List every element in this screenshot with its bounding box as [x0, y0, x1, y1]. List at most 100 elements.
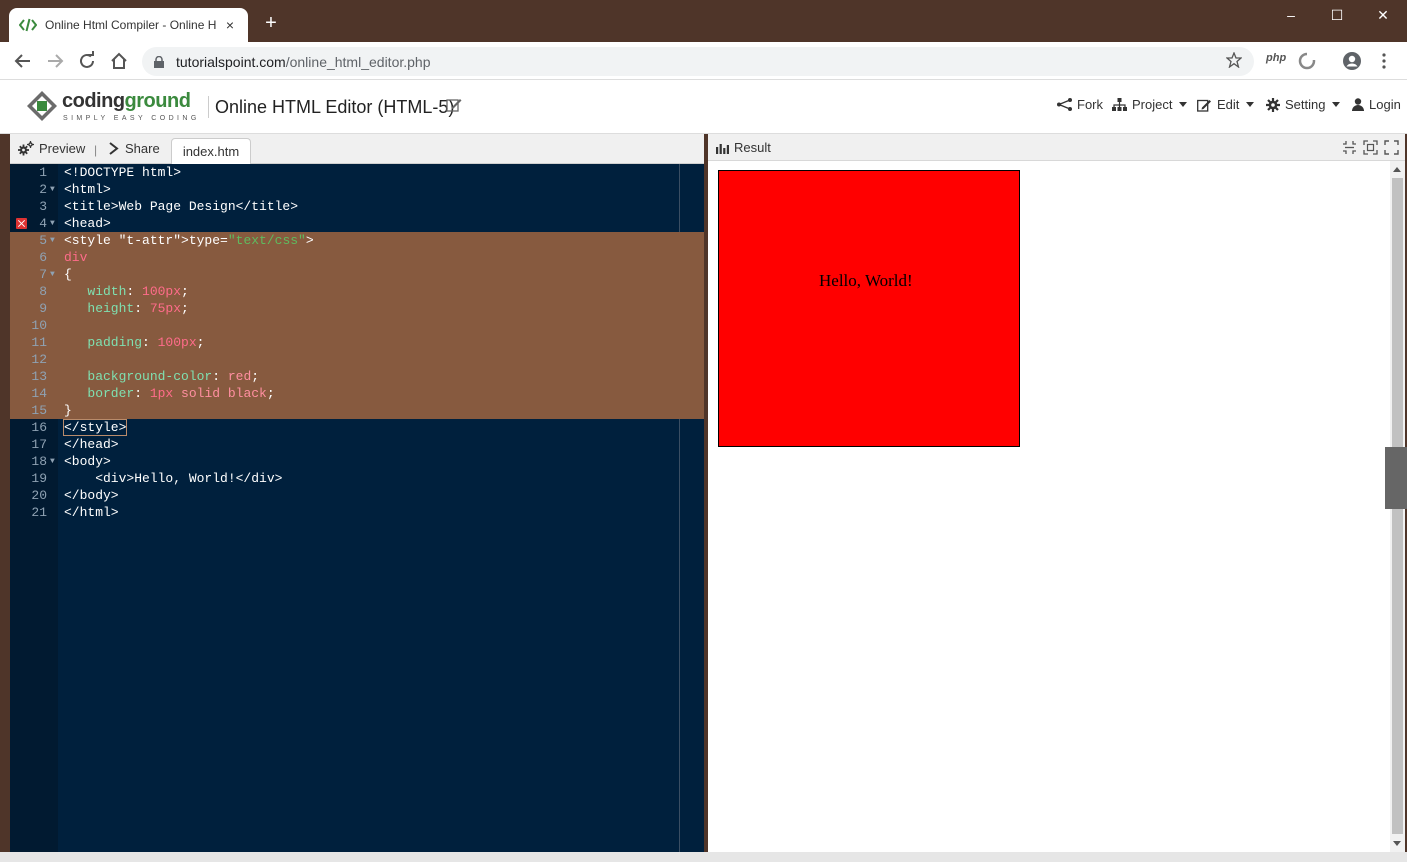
edit-label: Edit — [1217, 97, 1240, 112]
line-number: 18 — [31, 454, 47, 469]
line-number: 9 — [39, 301, 47, 316]
minimize-button[interactable]: – — [1268, 0, 1314, 30]
code-line[interactable]: 2 ▼ <html> — [10, 181, 704, 198]
user-icon — [1352, 98, 1364, 111]
editor-toolbar: Preview | Share index.htm — [10, 134, 704, 165]
code-line[interactable]: 16 </style> — [10, 419, 704, 436]
browser-tab[interactable]: Online Html Compiler - Online H × — [9, 8, 248, 42]
line-number: 13 — [31, 369, 47, 384]
project-label: Project — [1132, 97, 1173, 112]
line-number: 19 — [31, 471, 47, 486]
reload-icon[interactable] — [76, 50, 98, 72]
code-line[interactable]: 20 </body> — [10, 487, 704, 504]
more-menu-icon[interactable] — [1378, 52, 1390, 70]
fold-arrow-icon[interactable]: ▼ — [50, 266, 55, 283]
edit-menu[interactable]: Edit — [1197, 97, 1255, 112]
code-line[interactable]: 15} — [10, 402, 704, 419]
header-divider — [208, 96, 209, 118]
code-text: </style> — [62, 419, 128, 436]
code-line[interactable]: 12 — [10, 351, 704, 368]
maximize-button[interactable]: ☐ — [1314, 0, 1360, 30]
setting-menu[interactable]: Setting — [1266, 97, 1341, 112]
fold-arrow-icon[interactable]: ▼ — [50, 215, 55, 232]
profile-avatar-icon[interactable] — [1342, 51, 1362, 71]
code-text: <title>Web Page Design</title> — [64, 199, 299, 214]
window-bottom-edge — [0, 852, 1407, 862]
extension-refresh-icon[interactable] — [1298, 52, 1316, 70]
code-line[interactable]: 17 </head> — [10, 436, 704, 453]
share-button[interactable]: Share — [108, 141, 160, 156]
logo-wordmark: codingground — [62, 90, 191, 113]
code-line[interactable]: 7 ▼ { — [10, 266, 704, 283]
code-line[interactable]: 6 div — [10, 249, 704, 266]
scroll-down-arrow[interactable] — [1393, 841, 1401, 846]
fork-icon — [1057, 98, 1072, 111]
line-number: 16 — [31, 420, 47, 435]
url-host: tutorialspoint.com — [176, 53, 286, 70]
gears-icon — [18, 141, 34, 156]
new-tab-button[interactable]: + — [260, 12, 282, 34]
address-bar: tutorialspoint.com/online_html_editor.ph… — [0, 42, 1407, 80]
forward-icon[interactable] — [44, 50, 66, 72]
edit-icon — [1197, 99, 1211, 112]
url-bar[interactable]: tutorialspoint.com/online_html_editor.ph… — [142, 47, 1254, 76]
code-text: div — [64, 250, 88, 265]
fold-arrow-icon[interactable]: ▼ — [50, 453, 55, 470]
close-window-button[interactable]: ✕ — [1360, 0, 1406, 30]
fork-menu[interactable]: Fork — [1057, 97, 1103, 112]
back-icon[interactable] — [12, 50, 34, 72]
line-number: 1 — [39, 165, 47, 180]
tab-close-icon[interactable]: × — [222, 17, 238, 33]
bar-chart-icon — [716, 143, 729, 154]
code-line[interactable]: 3 <title>Web Page Design</title> — [10, 198, 704, 215]
side-drag-handle[interactable] — [1385, 447, 1407, 509]
code-line[interactable]: 21 </html> — [10, 504, 704, 521]
code-line[interactable]: 14 border: 1px solid black; — [10, 385, 704, 402]
browser-titlebar: Online Html Compiler - Online H × + – ☐ … — [0, 0, 1407, 42]
code-line[interactable]: 1 <!DOCTYPE html> — [10, 164, 704, 181]
code-text: } — [64, 403, 72, 418]
line-number: 6 — [39, 250, 47, 265]
code-line[interactable]: 19 <div>Hello, World!</div> — [10, 470, 704, 487]
logo-tagline: SIMPLY EASY CODING — [63, 115, 200, 122]
collapse-icon[interactable] — [1342, 140, 1357, 155]
fold-arrow-icon[interactable]: ▼ — [50, 181, 55, 198]
code-line[interactable]: 10 — [10, 317, 704, 334]
preview-button[interactable]: Preview — [18, 141, 85, 156]
code-line[interactable]: 5 ▼ <style "t-attr">type="text/css"> — [10, 232, 704, 249]
file-tab-index[interactable]: index.htm — [171, 138, 251, 165]
fit-screen-icon[interactable] — [1363, 140, 1378, 155]
codingground-logo[interactable]: codingground SIMPLY EASY CODING — [26, 88, 196, 128]
code-line[interactable]: 11 padding: 100px; — [10, 334, 704, 351]
line-number: 15 — [31, 403, 47, 418]
code-line[interactable]: 9 height: 75px; — [10, 300, 704, 317]
editor-panel: Preview | Share index.htm 1 <!DOCTYPE htm… — [10, 134, 704, 852]
edit-title-icon[interactable] — [446, 97, 462, 113]
line-number: 12 — [31, 352, 47, 367]
bookmark-star-icon[interactable] — [1226, 52, 1242, 68]
code-line[interactable]: 4 ▼ <head> — [10, 215, 704, 232]
fold-arrow-icon[interactable]: ▼ — [50, 232, 55, 249]
result-preview: Hello, World! — [708, 161, 1388, 852]
chevron-down-icon — [1246, 102, 1255, 107]
result-toolbar: Result — [708, 134, 1405, 161]
code-text: { — [64, 267, 72, 282]
line-number: 11 — [31, 335, 47, 350]
php-extension-icon[interactable]: php — [1266, 52, 1286, 64]
code-line[interactable]: 18 ▼ <body> — [10, 453, 704, 470]
code-text: <body> — [64, 454, 111, 469]
code-line[interactable]: 13 background-color: red; — [10, 368, 704, 385]
code-text: padding: 100px; — [87, 335, 205, 350]
fullscreen-icon[interactable] — [1384, 140, 1399, 155]
logo-badge-icon — [27, 91, 57, 121]
project-menu[interactable]: Project — [1112, 97, 1188, 112]
fork-label: Fork — [1077, 97, 1103, 112]
login-link[interactable]: Login — [1352, 97, 1401, 112]
error-marker-icon[interactable] — [16, 218, 27, 229]
code-editor[interactable]: 1 <!DOCTYPE html> 2 ▼ <html> 3 <title>Web Page… — [10, 164, 704, 852]
home-icon[interactable] — [108, 50, 130, 72]
scroll-up-arrow[interactable] — [1393, 167, 1401, 172]
code-line[interactable]: 8 width: 100px; — [10, 283, 704, 300]
sitemap-icon — [1112, 98, 1127, 111]
setting-label: Setting — [1285, 97, 1326, 112]
